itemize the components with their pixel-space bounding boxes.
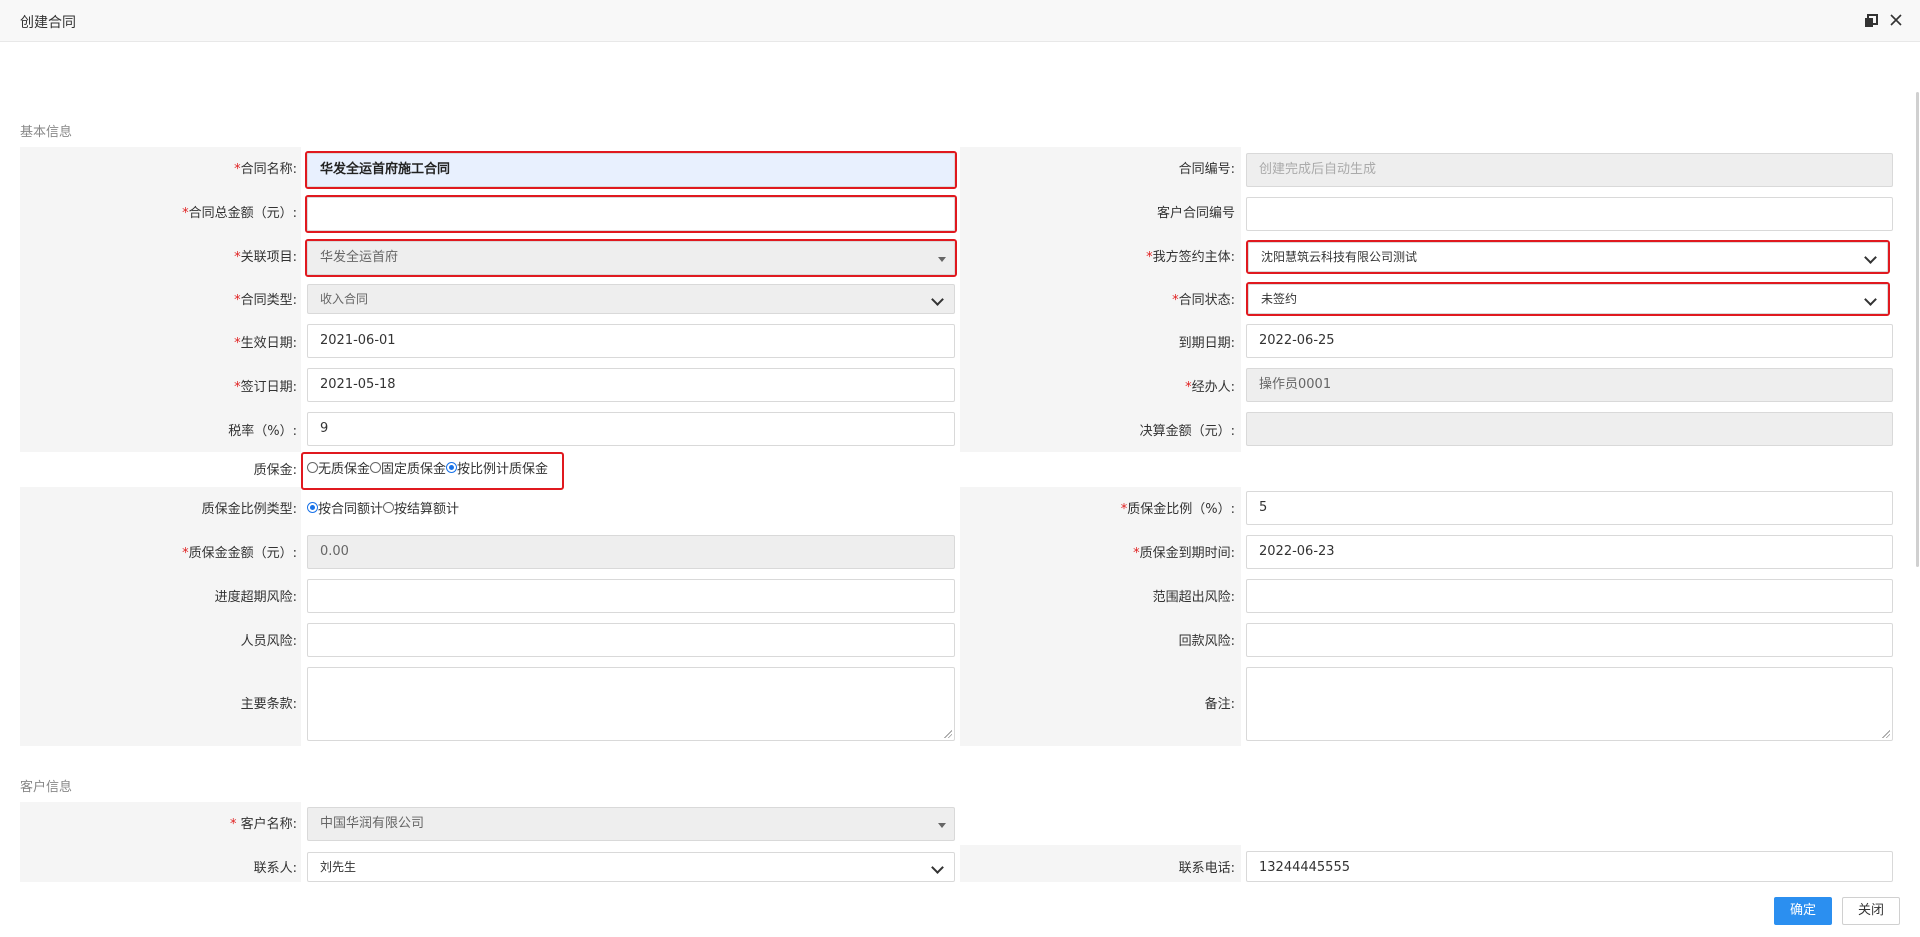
label-column-right-2 <box>960 487 1241 746</box>
handler-label: *经办人: <box>1185 380 1235 395</box>
retention-radio-group: 无质保金 固定质保金 按比例计质保金 <box>307 457 548 477</box>
radio-icon[interactable] <box>307 461 318 473</box>
resize-handle-icon[interactable] <box>944 730 952 738</box>
radio-checked-icon[interactable] <box>446 461 458 473</box>
settlement-amount-input <box>1246 412 1893 446</box>
retention-option-fixed[interactable]: 固定质保金 <box>370 458 446 477</box>
radio-icon[interactable] <box>370 461 382 473</box>
payment-risk-input[interactable] <box>1246 623 1893 657</box>
customer-contract-no-input[interactable] <box>1246 197 1893 231</box>
retention-amount-input: 0.00 <box>307 535 955 569</box>
contract-name-input[interactable]: 华发全运首府施工合同 <box>307 153 955 187</box>
total-amount-label: *合同总金额（元）: <box>182 206 297 221</box>
close-button[interactable]: 关闭 <box>1842 897 1900 925</box>
handler-input: 操作员0001 <box>1246 368 1893 402</box>
main-terms-textarea[interactable] <box>307 667 955 741</box>
retention-amount-label: *质保金金额（元）: <box>182 546 297 561</box>
section-title-basic: 基本信息 <box>20 125 73 140</box>
phone-label: 联系电话: <box>1178 861 1235 876</box>
personnel-risk-label: 人员风险: <box>240 634 297 649</box>
tax-rate-input[interactable]: 9 <box>307 412 955 446</box>
customer-name-select[interactable]: 中国华润有限公司 <box>307 807 955 841</box>
project-select[interactable]: 华发全运首府 <box>307 241 955 275</box>
dialog-title: 创建合同 <box>20 15 76 31</box>
phone-input[interactable]: 13244445555 <box>1246 851 1893 882</box>
sign-date-label: *签订日期: <box>234 380 297 395</box>
ratio-type-settlement[interactable]: 按结算额计 <box>383 498 459 517</box>
resize-handle-icon[interactable] <box>1882 730 1890 738</box>
contract-type-select[interactable]: 收入合同 <box>307 284 955 314</box>
retention-due-label: *质保金到期时间: <box>1133 546 1235 561</box>
contract-status-select[interactable]: 未签约 <box>1248 284 1888 314</box>
retention-ratio-type-radio-group: 按合同额计 按结算额计 <box>307 497 459 517</box>
retention-ratio-type-label: 质保金比例类型: <box>201 502 297 517</box>
confirm-button[interactable]: 确定 <box>1774 897 1832 925</box>
payment-risk-label: 回款风险: <box>1178 634 1235 649</box>
retention-label: 质保金: <box>253 463 297 478</box>
tax-rate-label: 税率（%）: <box>228 424 297 439</box>
main-terms-label: 主要条款: <box>240 697 297 712</box>
remarks-textarea[interactable] <box>1246 667 1893 741</box>
schedule-risk-label: 进度超期风险: <box>214 590 297 605</box>
scrollbar-thumb[interactable] <box>1916 92 1919 567</box>
contract-type-label: *合同类型: <box>234 293 297 308</box>
customer-name-label: * 客户名称: <box>229 817 297 832</box>
retention-ratio-label: *质保金比例（%）: <box>1120 502 1235 517</box>
contract-no-label: 合同编号: <box>1178 162 1235 177</box>
scope-risk-label: 范围超出风险: <box>1152 590 1235 605</box>
signing-party-label: *我方签约主体: <box>1146 250 1235 265</box>
retention-due-input[interactable]: 2022-06-23 <box>1246 535 1893 569</box>
project-label: *关联项目: <box>234 250 297 265</box>
effective-date-input[interactable]: 2021-06-01 <box>307 324 955 358</box>
contract-no-input: 创建完成后自动生成 <box>1246 153 1893 187</box>
retention-ratio-input[interactable]: 5 <box>1246 491 1893 525</box>
scope-risk-input[interactable] <box>1246 579 1893 613</box>
retention-option-none[interactable]: 无质保金 <box>307 458 370 477</box>
total-amount-input[interactable] <box>307 197 955 231</box>
remarks-label: 备注: <box>1204 697 1235 712</box>
schedule-risk-input[interactable] <box>307 579 955 613</box>
customer-contract-no-label: 客户合同编号 <box>1156 206 1235 221</box>
settlement-amount-label: 决算金额（元）: <box>1139 424 1235 439</box>
personnel-risk-input[interactable] <box>307 623 955 657</box>
ratio-type-contract[interactable]: 按合同额计 <box>307 498 383 517</box>
contract-status-label: *合同状态: <box>1172 293 1235 308</box>
signing-party-select[interactable]: 沈阳慧筑云科技有限公司测试 <box>1248 242 1888 272</box>
expiry-date-input[interactable]: 2022-06-25 <box>1246 324 1893 358</box>
close-icon[interactable] <box>1888 12 1904 28</box>
radio-icon[interactable] <box>383 501 395 513</box>
retention-option-ratio[interactable]: 按比例计质保金 <box>446 458 548 477</box>
dialog-titlebar: 创建合同 <box>0 0 1920 42</box>
expiry-date-label: 到期日期: <box>1178 336 1235 351</box>
contact-select[interactable]: 刘先生 <box>307 852 955 882</box>
effective-date-label: *生效日期: <box>234 336 297 351</box>
sign-date-input[interactable]: 2021-05-18 <box>307 368 955 402</box>
contract-name-label: *合同名称: <box>234 162 297 177</box>
restore-icon[interactable] <box>1864 14 1878 28</box>
contact-label: 联系人: <box>253 861 297 876</box>
radio-checked-icon[interactable] <box>307 501 318 513</box>
section-title-customer: 客户信息 <box>20 780 73 795</box>
